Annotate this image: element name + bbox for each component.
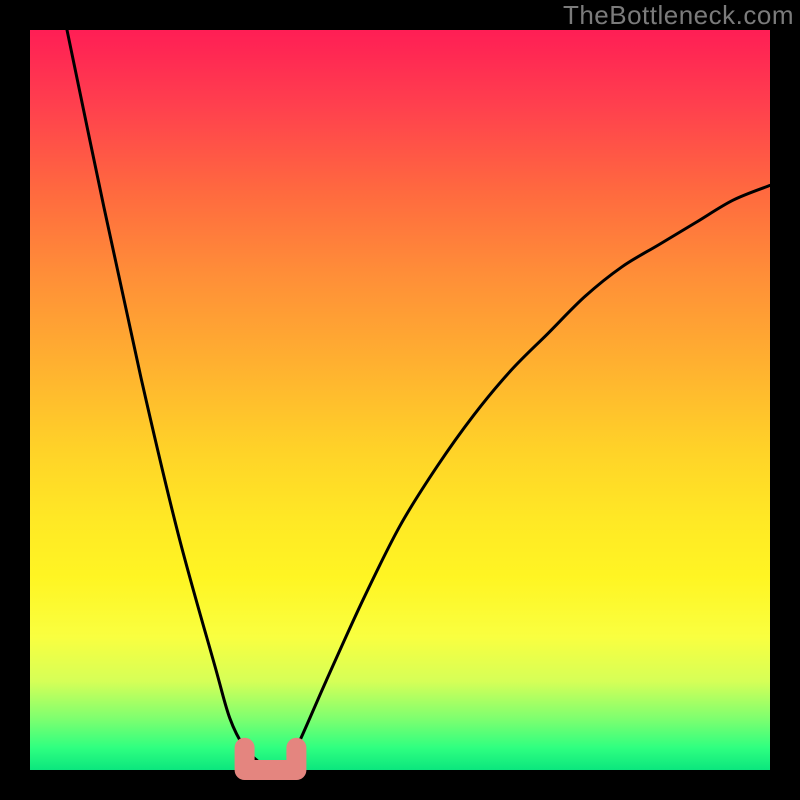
watermark-text: TheBottleneck.com xyxy=(563,0,794,31)
chart-frame: TheBottleneck.com xyxy=(0,0,800,800)
optimal-marker xyxy=(245,748,297,770)
bottleneck-curve xyxy=(67,30,770,772)
curve-layer xyxy=(30,30,770,770)
